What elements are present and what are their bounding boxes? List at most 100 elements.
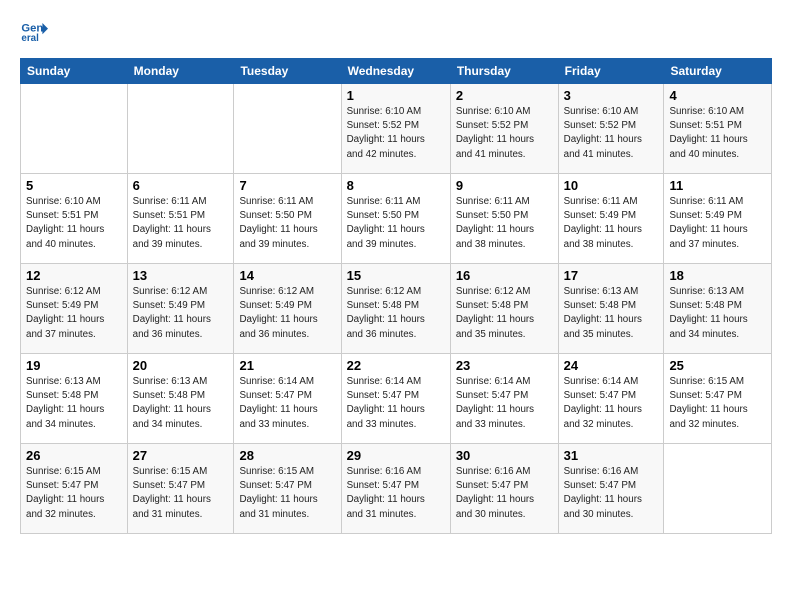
- day-number: 8: [347, 178, 445, 193]
- day-cell: [21, 84, 128, 174]
- day-number: 10: [564, 178, 659, 193]
- day-cell: 5 Sunrise: 6:10 AMSunset: 5:51 PMDaylight…: [21, 174, 128, 264]
- col-header-wednesday: Wednesday: [341, 59, 450, 84]
- header-row: SundayMondayTuesdayWednesdayThursdayFrid…: [21, 59, 772, 84]
- day-number: 30: [456, 448, 553, 463]
- logo: Gen eral: [20, 16, 52, 44]
- day-cell: 21Sunrise: 6:14 AMSunset: 5:47 PMDayligh…: [234, 354, 341, 444]
- day-cell: 11 Sunrise: 6:11 AMSunset: 5:49 PMDayligh…: [664, 174, 772, 264]
- day-info: Sunrise: 6:12 AMSunset: 5:49 PMDaylight:…: [133, 285, 229, 342]
- day-info: Sunrise: 6:11 AMSunset: 5:51 PMDaylight:…: [133, 195, 229, 252]
- day-number: 25: [669, 358, 766, 373]
- day-number: 9: [456, 178, 553, 193]
- day-info: Sunrise: 6:14 AMSunset: 5:47 PMDaylight:…: [456, 375, 553, 432]
- day-number: 11: [669, 178, 766, 193]
- col-header-saturday: Saturday: [664, 59, 772, 84]
- day-info: Sunrise: 6:11 AMSunset: 5:50 PMDaylight:…: [456, 195, 553, 252]
- day-cell: 17 Sunrise: 6:13 AMSunset: 5:48 PMDayligh…: [558, 264, 664, 354]
- day-number: 22: [347, 358, 445, 373]
- day-number: 17: [564, 268, 659, 283]
- day-info: Sunrise: 6:14 AMSunset: 5:47 PMDaylight:…: [564, 375, 659, 432]
- day-info: Sunrise: 6:11 AMSunset: 5:49 PMDaylight:…: [669, 195, 766, 252]
- day-number: 18: [669, 268, 766, 283]
- day-cell: 23 Sunrise: 6:14 AMSunset: 5:47 PMDayligh…: [450, 354, 558, 444]
- day-cell: 16 Sunrise: 6:12 AMSunset: 5:48 PMDayligh…: [450, 264, 558, 354]
- day-number: 2: [456, 88, 553, 103]
- col-header-sunday: Sunday: [21, 59, 128, 84]
- day-cell: 27Sunrise: 6:15 AMSunset: 5:47 PMDayligh…: [127, 444, 234, 534]
- day-cell: 3Sunrise: 6:10 AMSunset: 5:52 PMDaylight…: [558, 84, 664, 174]
- day-info: Sunrise: 6:15 AMSunset: 5:47 PMDaylight:…: [239, 465, 335, 522]
- day-cell: 14Sunrise: 6:12 AMSunset: 5:49 PMDayligh…: [234, 264, 341, 354]
- day-number: 7: [239, 178, 335, 193]
- logo-icon: Gen eral: [20, 16, 48, 44]
- day-info: Sunrise: 6:15 AMSunset: 5:47 PMDaylight:…: [669, 375, 766, 432]
- day-number: 5: [26, 178, 122, 193]
- svg-text:eral: eral: [21, 33, 39, 44]
- day-cell: 10 Sunrise: 6:11 AMSunset: 5:49 PMDayligh…: [558, 174, 664, 264]
- day-cell: 15 Sunrise: 6:12 AMSunset: 5:48 PMDayligh…: [341, 264, 450, 354]
- header: Gen eral: [20, 16, 772, 44]
- day-cell: 6Sunrise: 6:11 AMSunset: 5:51 PMDaylight…: [127, 174, 234, 264]
- week-row-1: 5 Sunrise: 6:10 AMSunset: 5:51 PMDaylight…: [21, 174, 772, 264]
- day-info: Sunrise: 6:12 AMSunset: 5:48 PMDaylight:…: [456, 285, 553, 342]
- day-number: 29: [347, 448, 445, 463]
- day-cell: 4 Sunrise: 6:10 AMSunset: 5:51 PMDaylight…: [664, 84, 772, 174]
- day-cell: 29 Sunrise: 6:16 AMSunset: 5:47 PMDayligh…: [341, 444, 450, 534]
- day-info: Sunrise: 6:12 AMSunset: 5:48 PMDaylight:…: [347, 285, 445, 342]
- day-cell: [127, 84, 234, 174]
- day-number: 15: [347, 268, 445, 283]
- day-info: Sunrise: 6:16 AMSunset: 5:47 PMDaylight:…: [347, 465, 445, 522]
- day-cell: 28 Sunrise: 6:15 AMSunset: 5:47 PMDayligh…: [234, 444, 341, 534]
- col-header-monday: Monday: [127, 59, 234, 84]
- day-number: 3: [564, 88, 659, 103]
- day-info: Sunrise: 6:13 AMSunset: 5:48 PMDaylight:…: [133, 375, 229, 432]
- day-cell: 1Sunrise: 6:10 AMSunset: 5:52 PMDaylight…: [341, 84, 450, 174]
- day-cell: 7 Sunrise: 6:11 AMSunset: 5:50 PMDaylight…: [234, 174, 341, 264]
- day-number: 13: [133, 268, 229, 283]
- day-info: Sunrise: 6:13 AMSunset: 5:48 PMDaylight:…: [26, 375, 122, 432]
- day-info: Sunrise: 6:10 AMSunset: 5:51 PMDaylight:…: [26, 195, 122, 252]
- day-cell: 26 Sunrise: 6:15 AMSunset: 5:47 PMDayligh…: [21, 444, 128, 534]
- day-info: Sunrise: 6:13 AMSunset: 5:48 PMDaylight:…: [669, 285, 766, 342]
- day-cell: 25 Sunrise: 6:15 AMSunset: 5:47 PMDayligh…: [664, 354, 772, 444]
- day-info: Sunrise: 6:12 AMSunset: 5:49 PMDaylight:…: [26, 285, 122, 342]
- day-info: Sunrise: 6:13 AMSunset: 5:48 PMDaylight:…: [564, 285, 659, 342]
- day-number: 27: [133, 448, 229, 463]
- calendar-table: SundayMondayTuesdayWednesdayThursdayFrid…: [20, 58, 772, 534]
- week-row-3: 19 Sunrise: 6:13 AMSunset: 5:48 PMDayligh…: [21, 354, 772, 444]
- day-cell: 19 Sunrise: 6:13 AMSunset: 5:48 PMDayligh…: [21, 354, 128, 444]
- day-number: 19: [26, 358, 122, 373]
- day-cell: [664, 444, 772, 534]
- day-cell: 8 Sunrise: 6:11 AMSunset: 5:50 PMDaylight…: [341, 174, 450, 264]
- day-number: 21: [239, 358, 335, 373]
- day-number: 28: [239, 448, 335, 463]
- day-info: Sunrise: 6:11 AMSunset: 5:50 PMDaylight:…: [347, 195, 445, 252]
- day-info: Sunrise: 6:10 AMSunset: 5:52 PMDaylight:…: [456, 105, 553, 162]
- col-header-tuesday: Tuesday: [234, 59, 341, 84]
- day-info: Sunrise: 6:11 AMSunset: 5:50 PMDaylight:…: [239, 195, 335, 252]
- day-number: 16: [456, 268, 553, 283]
- day-info: Sunrise: 6:14 AMSunset: 5:47 PMDaylight:…: [347, 375, 445, 432]
- day-cell: 30 Sunrise: 6:16 AMSunset: 5:47 PMDayligh…: [450, 444, 558, 534]
- day-info: Sunrise: 6:16 AMSunset: 5:47 PMDaylight:…: [456, 465, 553, 522]
- day-cell: 31Sunrise: 6:16 AMSunset: 5:47 PMDayligh…: [558, 444, 664, 534]
- day-number: 31: [564, 448, 659, 463]
- day-cell: 18 Sunrise: 6:13 AMSunset: 5:48 PMDayligh…: [664, 264, 772, 354]
- day-cell: 9 Sunrise: 6:11 AMSunset: 5:50 PMDaylight…: [450, 174, 558, 264]
- day-number: 4: [669, 88, 766, 103]
- day-number: 26: [26, 448, 122, 463]
- week-row-0: 1Sunrise: 6:10 AMSunset: 5:52 PMDaylight…: [21, 84, 772, 174]
- week-row-4: 26 Sunrise: 6:15 AMSunset: 5:47 PMDayligh…: [21, 444, 772, 534]
- day-cell: [234, 84, 341, 174]
- day-number: 20: [133, 358, 229, 373]
- day-info: Sunrise: 6:11 AMSunset: 5:49 PMDaylight:…: [564, 195, 659, 252]
- week-row-2: 12Sunrise: 6:12 AMSunset: 5:49 PMDayligh…: [21, 264, 772, 354]
- day-number: 14: [239, 268, 335, 283]
- day-info: Sunrise: 6:15 AMSunset: 5:47 PMDaylight:…: [26, 465, 122, 522]
- day-info: Sunrise: 6:10 AMSunset: 5:51 PMDaylight:…: [669, 105, 766, 162]
- page: Gen eral SundayMondayTuesdayWednesdayThu…: [0, 0, 792, 612]
- col-header-thursday: Thursday: [450, 59, 558, 84]
- day-number: 24: [564, 358, 659, 373]
- day-number: 23: [456, 358, 553, 373]
